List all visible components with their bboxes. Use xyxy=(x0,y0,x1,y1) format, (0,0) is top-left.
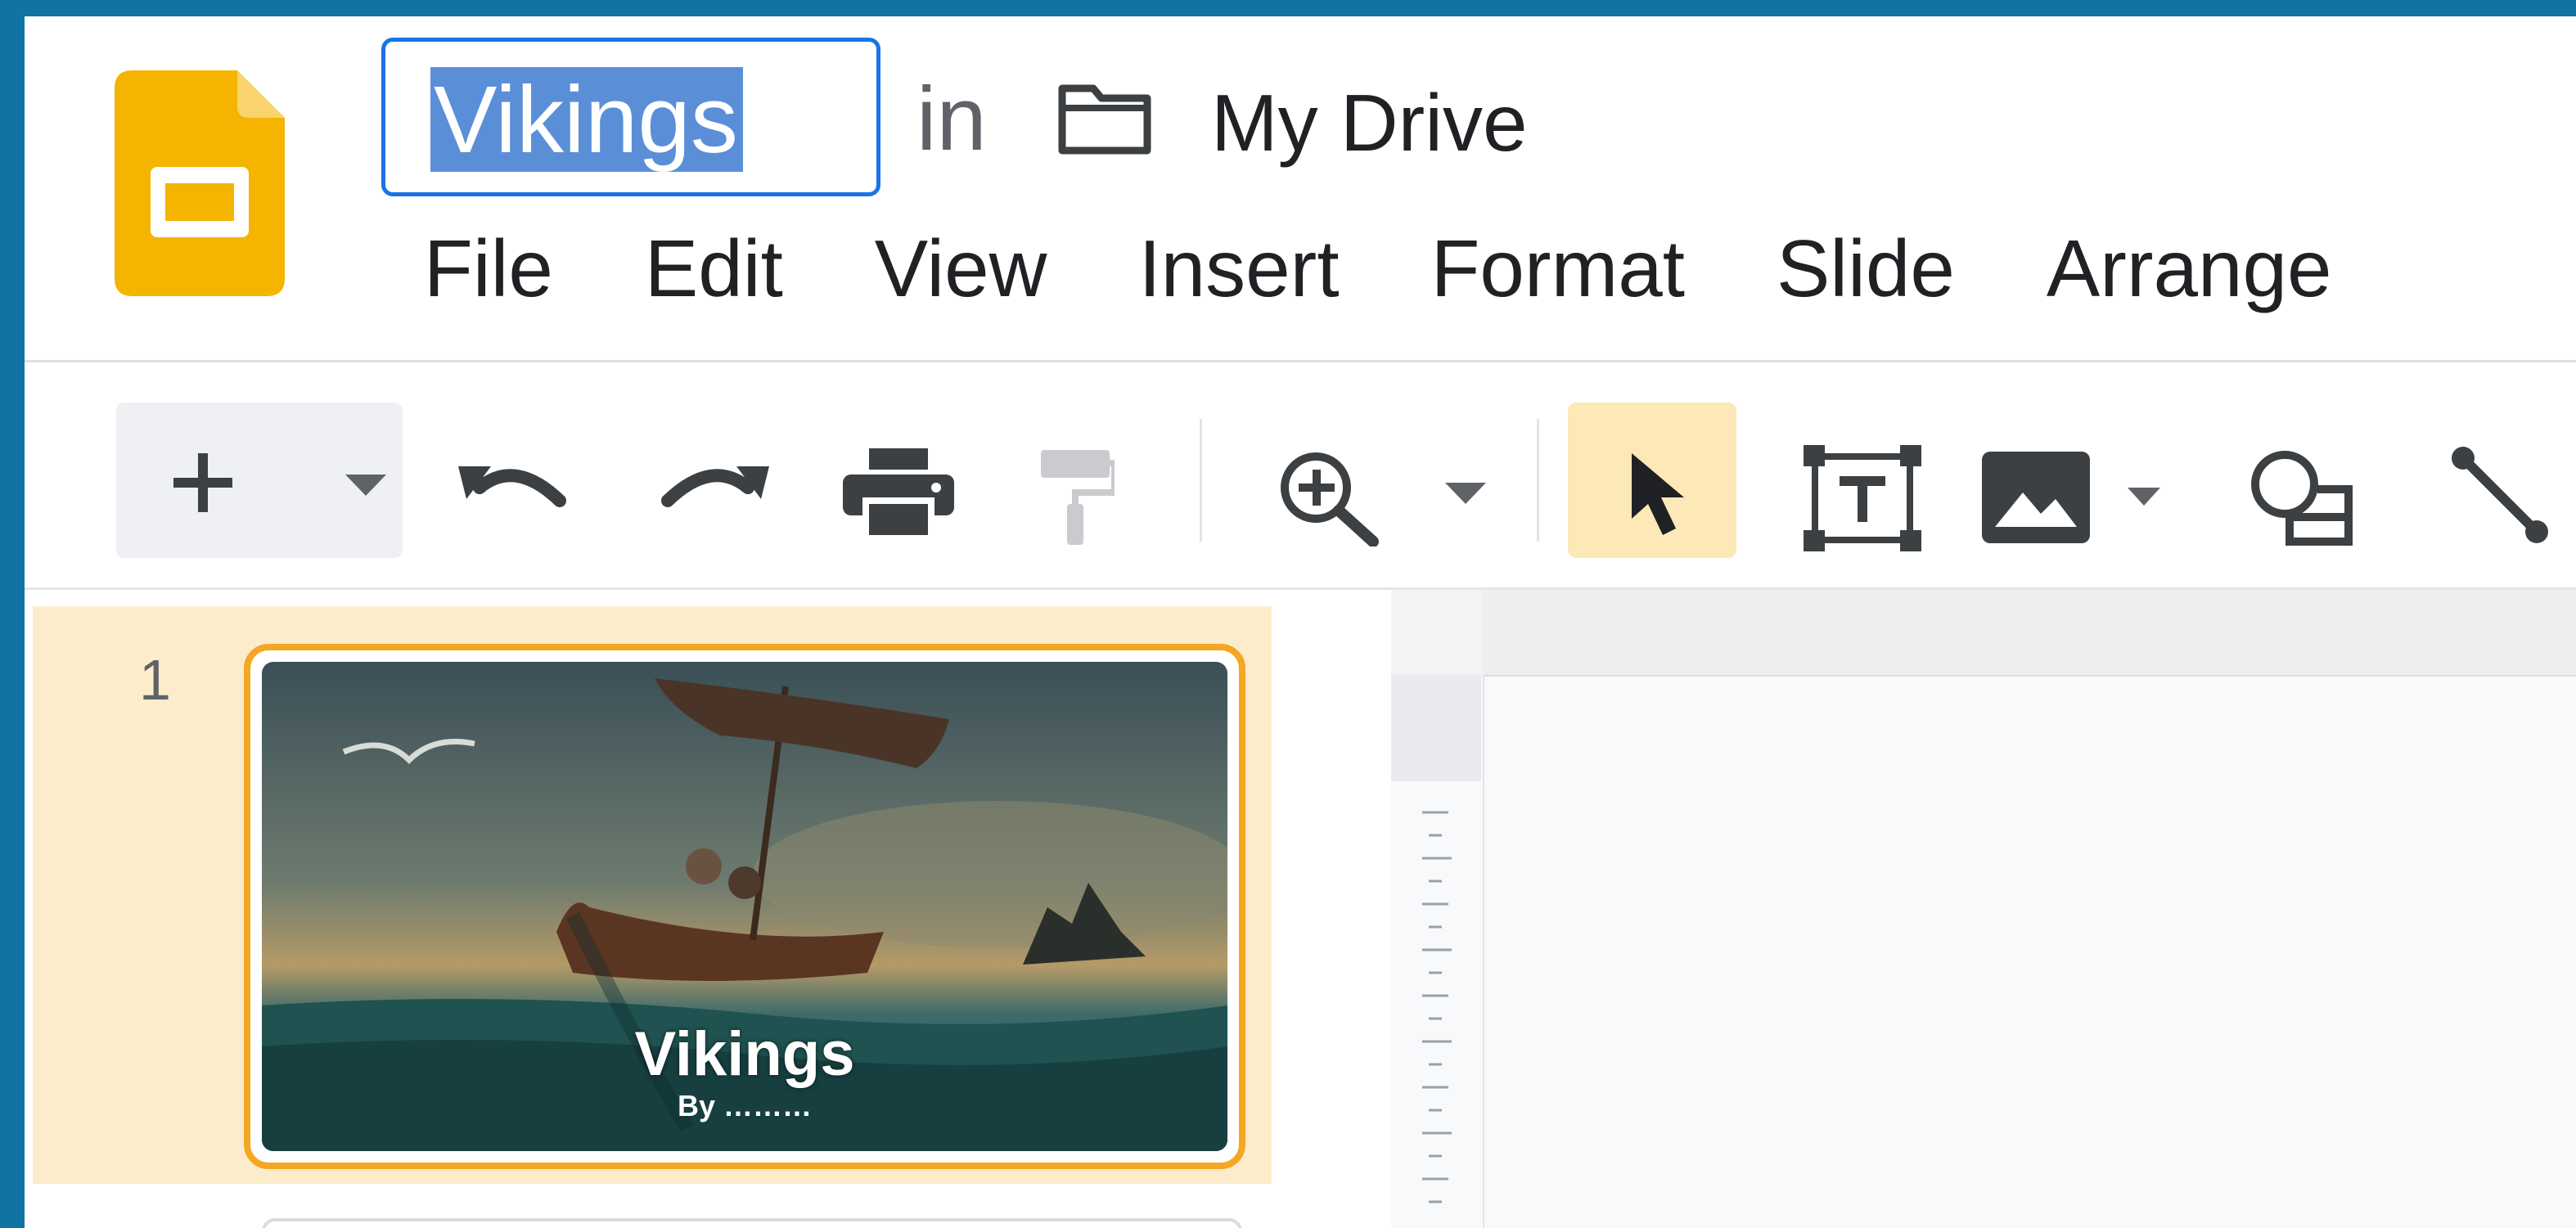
slide-canvas-area[interactable] xyxy=(1391,590,2576,1228)
slide-thumbnail[interactable]: Vikings By ……… xyxy=(244,644,1245,1169)
ruler-ticks xyxy=(1422,811,1452,1203)
menu-insert[interactable]: Insert xyxy=(1138,219,1339,317)
slide-number: 1 xyxy=(139,648,171,712)
shape-icon[interactable] xyxy=(2247,447,2357,550)
menu-edit[interactable]: Edit xyxy=(645,219,783,317)
select-cursor-icon[interactable] xyxy=(1627,450,1700,540)
text-box-icon[interactable] xyxy=(1804,445,1921,551)
slide-title: Vikings xyxy=(634,1019,855,1089)
next-slide-thumbnail[interactable] xyxy=(262,1218,1242,1228)
document-title[interactable]: Vikings xyxy=(430,67,743,172)
location-prefix: in xyxy=(916,69,987,169)
header-divider xyxy=(25,360,2576,362)
slide-subtitle: By ……… xyxy=(677,1089,813,1122)
redo-icon[interactable] xyxy=(655,458,769,515)
menu-arrange[interactable]: Arrange xyxy=(2047,219,2332,317)
chevron-down-icon[interactable] xyxy=(345,475,386,499)
menu-format[interactable]: Format xyxy=(1431,219,1685,317)
vertical-ruler[interactable] xyxy=(1391,675,1484,1228)
slide-row-selected[interactable]: 1 Vikings By ……… xyxy=(33,606,1272,1184)
toolbar-separator xyxy=(1537,419,1539,542)
folder-icon[interactable] xyxy=(1057,83,1152,155)
slide-filmstrip: 1 Vikings By ……… xyxy=(25,590,1391,1228)
paint-format-icon[interactable] xyxy=(1036,447,1115,545)
slide-thumbnail-image: Vikings By ……… xyxy=(262,662,1227,1151)
print-icon[interactable] xyxy=(843,448,954,538)
menu-slide[interactable]: Slide xyxy=(1777,219,1955,317)
slides-logo-icon[interactable] xyxy=(115,70,285,296)
horizontal-ruler[interactable] xyxy=(1483,590,2576,677)
drive-location[interactable]: My Drive xyxy=(1211,74,1528,172)
line-icon[interactable] xyxy=(2452,447,2550,545)
image-icon[interactable] xyxy=(1982,452,2090,543)
zoom-icon[interactable] xyxy=(1277,448,1383,547)
undo-icon[interactable] xyxy=(458,458,573,515)
ruler-corner xyxy=(1391,590,1484,675)
slides-window: Vikings in My Drive File Edit View Inser… xyxy=(25,16,2576,1228)
menu-file[interactable]: File xyxy=(424,219,553,317)
chevron-down-icon[interactable] xyxy=(2128,488,2160,509)
plus-icon[interactable] xyxy=(170,450,236,515)
toolbar-separator xyxy=(1200,419,1202,542)
menu-view[interactable]: View xyxy=(875,219,1047,317)
menu-bar: File Edit View Insert Format Slide Arran… xyxy=(424,219,2424,317)
chevron-down-icon[interactable] xyxy=(1445,483,1486,507)
